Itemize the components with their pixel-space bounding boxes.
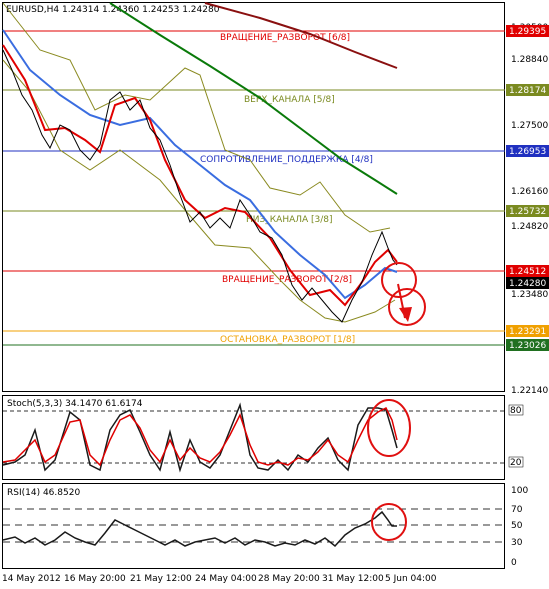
level-price: 1.29395 xyxy=(509,27,546,37)
price-tick-label: 1.22140 xyxy=(511,386,548,396)
trading-chart[interactable]: EURUSD,H4 1.24314 1.24360 1.24253 1.2428… xyxy=(0,0,549,589)
time-tick-label: 31 May 12:00 xyxy=(322,574,384,584)
level-price: 1.23026 xyxy=(509,341,546,351)
time-tick-label: 28 May 20:00 xyxy=(258,574,320,584)
price-tick-label: 1.24820 xyxy=(511,222,548,232)
time-tick-label: 14 May 2012 xyxy=(2,574,61,584)
time-tick-label: 16 May 20:00 xyxy=(64,574,126,584)
rsi-tick-label: 70 xyxy=(511,505,523,515)
rsi-label: RSI(14) 46.8520 xyxy=(7,488,80,498)
stoch-level-20: 20 xyxy=(510,458,522,468)
level-label-1-8: ОСТАНОВКА_РАЗВОРОТ [1/8] xyxy=(220,335,355,345)
price-tick-label: 1.27500 xyxy=(511,121,548,131)
time-tick-label: 21 May 12:00 xyxy=(130,574,192,584)
stoch-level-80: 80 xyxy=(510,406,522,416)
price-tick-label: 1.28840 xyxy=(511,55,548,65)
price-tick-label: 1.26160 xyxy=(511,187,548,197)
level-price: 1.25732 xyxy=(509,207,546,217)
time-tick-label: 5 Jun 04:00 xyxy=(385,574,437,584)
level-price: 1.28174 xyxy=(509,86,546,96)
chart-background xyxy=(0,0,549,589)
time-axis: 14 May 2012 16 May 20:00 21 May 12:00 24… xyxy=(2,574,437,584)
symbol-header: EURUSD,H4 1.24314 1.24360 1.24253 1.2428… xyxy=(6,5,220,15)
current-price: 1.24280 xyxy=(509,279,546,289)
rsi-tick-label: 50 xyxy=(511,521,523,531)
rsi-tick-label: 0 xyxy=(511,558,517,568)
price-tick-label: 1.23480 xyxy=(511,290,548,300)
level-price: 1.23291 xyxy=(509,327,546,337)
level-price: 1.26953 xyxy=(509,147,546,157)
rsi-tick-label: 30 xyxy=(511,538,523,548)
time-tick-label: 24 May 04:00 xyxy=(195,574,257,584)
stoch-label: Stoch(5,3,3) 34.1470 61.6174 xyxy=(7,399,143,409)
level-label-3-8: НИЗ_КАНАЛА [3/8] xyxy=(246,215,333,225)
level-price: 1.24512 xyxy=(509,267,546,277)
rsi-tick-label: 100 xyxy=(511,486,528,496)
